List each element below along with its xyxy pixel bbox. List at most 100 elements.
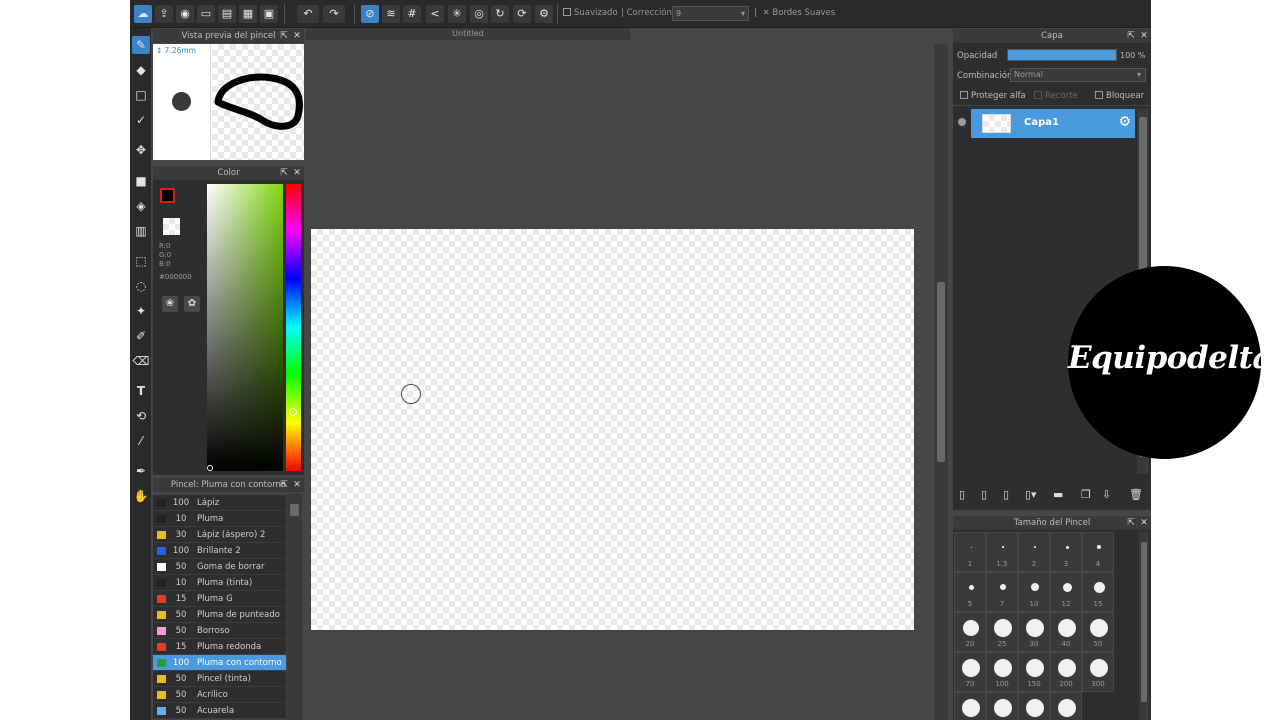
scroll-thumb[interactable] [1141,542,1147,702]
eraser-tool-icon[interactable]: ◆ [132,61,150,79]
brush-size-option[interactable]: 25 [986,612,1018,652]
eyedropper-tool-icon[interactable]: ⁄ [132,432,150,450]
fill-shape-icon[interactable]: ■ [132,172,150,190]
close-icon[interactable]: ✕ [1138,516,1150,530]
opacity-slider[interactable] [1007,49,1117,61]
brush-size-option[interactable]: 1 [954,532,986,572]
pen-tool-icon[interactable]: ✓ [132,111,150,129]
brush-size-option[interactable]: 2 [1018,532,1050,572]
popout-icon[interactable]: ⇱ [278,166,290,180]
redo-icon[interactable]: ↷ [323,5,345,23]
brush-size-option[interactable]: 20 [954,612,986,652]
brush-size-option[interactable]: 5 [954,572,986,612]
brush-size-option[interactable]: 200 [1050,652,1082,692]
palette-icon[interactable]: ❀ [162,296,178,312]
concentric-snap-icon[interactable]: ◎ [470,5,488,23]
brush-size-option[interactable]: 15 [1082,572,1114,612]
gear-icon[interactable]: ⚙ [1118,114,1131,130]
brush-size-option[interactable] [986,692,1018,720]
close-icon[interactable]: ✕ [291,166,303,180]
gradient-tool-icon[interactable]: ▥ [132,222,150,240]
lasso-tool-icon[interactable]: ◌ [132,277,150,295]
brush-size-option[interactable]: 1.5 [986,532,1018,572]
brush-item[interactable]: 10 Pluma [153,511,286,527]
dropper-tool-icon[interactable]: ✒ [132,462,150,480]
brush-item[interactable]: 100 Lápiz [153,495,286,511]
brush-size-option[interactable]: 150 [1018,652,1050,692]
correccion-select[interactable]: 9 ▾ [672,6,749,21]
brush-size-option[interactable]: 300 [1082,652,1114,692]
bordes-suaves-checkbox[interactable]: | ✕ Bordes Suaves [754,8,835,18]
background-color-swatch[interactable] [163,218,180,235]
brush-size-scrollbar[interactable] [1139,532,1149,720]
brush-item[interactable]: 50 Pluma de punteado [153,607,286,623]
foreground-color-swatch[interactable] [160,188,175,203]
brush-size-option[interactable]: 30 [1018,612,1050,652]
add-layer-menu-icon[interactable]: ▯▾ [1025,488,1037,501]
scroll-thumb[interactable] [290,504,299,516]
close-icon[interactable]: ✕ [291,29,303,43]
brush-item[interactable]: 30 Lápiz (áspero) 2 [153,527,286,543]
new-layer-icon[interactable]: ▯ [959,488,965,501]
select-eraser-icon[interactable]: ⌫ [132,352,150,370]
brush-size-option[interactable]: 4 [1082,532,1114,572]
brush-item[interactable]: 50 Goma de borrar [153,559,286,575]
comment-icon[interactable]: ◉ [176,5,194,23]
undo-icon[interactable]: ↶ [297,5,319,23]
brush-size-option[interactable]: 100 [986,652,1018,692]
chat-icon[interactable]: ▭ [197,5,215,23]
bucket-tool-icon[interactable]: ◈ [132,197,150,215]
duplicate-layer-icon[interactable]: ❐ [1081,488,1091,501]
brush-tool-icon[interactable]: ✎ [132,36,150,54]
close-icon[interactable]: ✕ [1138,29,1150,43]
folder-icon[interactable]: ▬ [1053,488,1063,501]
new-halftone-layer-icon[interactable]: ▯ [981,488,987,501]
saturation-value-picker[interactable] [207,184,283,471]
brush-size-option[interactable] [1050,692,1082,720]
lock-checkbox[interactable]: Bloquear [1095,91,1144,101]
brush-item[interactable]: 10 Pluma (tinta) [153,575,286,591]
select-tool-icon[interactable]: ⬚ [132,252,150,270]
text-tool-icon[interactable]: T [132,382,150,400]
share-icon[interactable]: ⇪ [155,5,173,23]
move-tool-icon[interactable]: ✥ [132,141,150,159]
materials-icon[interactable]: ▣ [260,5,278,23]
curve-snap-icon[interactable]: ↻ [491,5,509,23]
brush-item[interactable]: 100 Brillante 2 [153,543,286,559]
magic-wand-icon[interactable]: ✦ [132,302,150,320]
brush-item[interactable]: 15 Pluma G [153,591,286,607]
brush-item[interactable]: 15 Pluma redonda [153,639,286,655]
settings-snap-icon[interactable]: ⚙ [535,5,553,23]
popout-icon[interactable]: ⇱ [278,478,290,492]
brush-item[interactable]: 100 Pluma con contorno [153,655,286,671]
brush-size-option[interactable]: 3 [1050,532,1082,572]
cloud-icon[interactable]: ☁ [134,5,152,23]
canvas-scrollbar[interactable] [934,44,948,720]
brush-item[interactable]: 50 Borroso [153,623,286,639]
trash-icon[interactable]: 🗑 [1129,488,1143,501]
brush-size-option[interactable]: 40 [1050,612,1082,652]
brush-size-option[interactable]: 7 [986,572,1018,612]
brush-item[interactable]: 50 Acrílico [153,687,286,703]
grid-snap-icon[interactable]: # [403,5,421,23]
popout-icon[interactable]: ⇱ [1125,516,1137,530]
popout-icon[interactable]: ⇱ [278,29,290,43]
clip-checkbox[interactable]: Recorte [1034,91,1078,101]
protect-alpha-checkbox[interactable]: Proteger alfa [960,91,1026,101]
blend-mode-select[interactable]: Normal ▾ [1010,68,1146,82]
brush-size-option[interactable]: 50 [1082,612,1114,652]
close-icon[interactable]: ✕ [291,478,303,492]
eye-visibility-icon[interactable] [958,118,966,126]
rotate-snap-icon[interactable]: ⟳ [513,5,531,23]
new-1bit-layer-icon[interactable]: ▯ [1003,488,1009,501]
brush-size-option[interactable]: 10 [1018,572,1050,612]
brush-item[interactable]: 50 Pincel (tinta) [153,671,286,687]
brush-item[interactable]: 50 Acuarela [153,703,286,719]
brush-size-option[interactable] [954,692,986,720]
radial-snap-icon[interactable]: ✳ [448,5,466,23]
layer-row-capa1[interactable]: Capa1 ⚙ [971,109,1135,138]
snap-off-icon[interactable]: ⊘ [361,5,379,23]
hue-slider[interactable] [286,184,301,471]
brush-size-option[interactable]: 70 [954,652,986,692]
perspective-snap-icon[interactable]: < [426,5,444,23]
